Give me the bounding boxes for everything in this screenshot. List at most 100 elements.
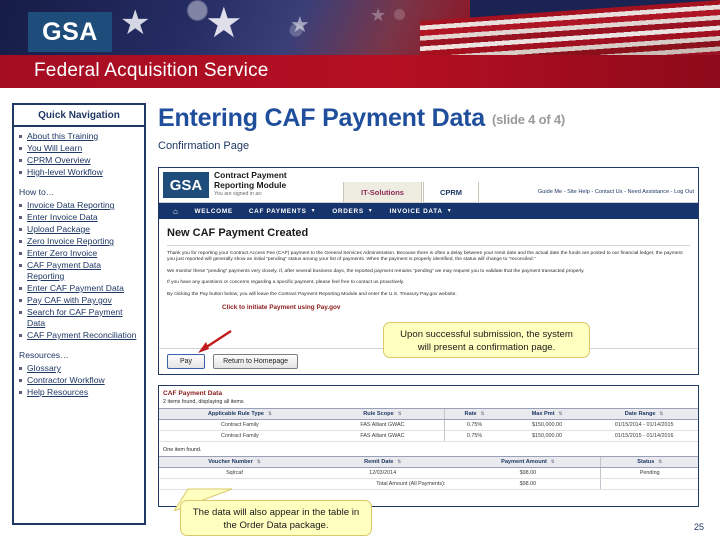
- chevron-down-icon: ▼: [367, 208, 374, 214]
- list-item[interactable]: About this Training: [18, 131, 140, 142]
- column-remit-date[interactable]: Remit Date ⇅: [309, 456, 456, 468]
- howto-group-label: How to…: [19, 187, 55, 197]
- sidebar-item-glossary[interactable]: Glossary: [27, 363, 61, 373]
- menu-label: WELCOME: [194, 207, 233, 215]
- voucher-items-found-text: One item found.: [163, 447, 202, 453]
- star-icon: ★: [290, 12, 310, 37]
- list-item[interactable]: You Will Learn: [18, 143, 140, 154]
- caf-payment-data-label: CAF Payment Data: [163, 390, 222, 397]
- column-label: Date Range: [624, 411, 656, 417]
- list-item[interactable]: Enter Invoice Data: [18, 212, 140, 223]
- table-header-row: Applicable Rule Type ⇅ Rule Scope ⇅ Rate ⇅ …: [159, 408, 698, 420]
- table-total-row: Total Amount (All Payments): $98.00: [159, 478, 698, 490]
- confirmation-buttons: Pay Return to Homepage: [167, 354, 299, 369]
- page-title: Federal Acquisition Service: [34, 60, 269, 81]
- app-title-line2: Reporting Module: [214, 180, 287, 190]
- sidebar-item-caf-payment-data-reporting[interactable]: CAF Payment Data Reporting: [27, 260, 101, 281]
- column-applicable-rule-type[interactable]: Applicable Rule Type ⇅: [159, 408, 321, 420]
- menu-item-orders[interactable]: ORDERS ▼: [332, 208, 373, 215]
- menu-item-welcome[interactable]: WELCOME: [195, 208, 233, 215]
- list-item[interactable]: High-level Workflow: [18, 167, 140, 178]
- pay-gov-hint: Click to initiate Payment using Pay.gov: [222, 304, 341, 312]
- cell-voucher-number: Sqlrcaf: [159, 467, 310, 479]
- gsa-logo: GSA: [28, 12, 112, 52]
- slide-counter: (slide 4 of 4): [492, 112, 566, 127]
- cell-date-range: 01/15/2014 - 01/14/2015: [590, 419, 698, 431]
- tab-cprm[interactable]: CPRM: [423, 182, 479, 202]
- list-item[interactable]: Invoice Data Reporting: [18, 200, 140, 211]
- column-rate[interactable]: Rate ⇅: [444, 408, 504, 420]
- confirmation-heading: New CAF Payment Created: [167, 227, 309, 239]
- list-item[interactable]: Glossary: [18, 363, 140, 374]
- list-item[interactable]: CPRM Overview: [18, 155, 140, 166]
- cell-remit-date: 12/03/2014: [309, 467, 456, 479]
- sort-icon: ⇅: [658, 459, 663, 464]
- slide-number: 25: [693, 522, 704, 532]
- menu-item-caf-payments[interactable]: CAF PAYMENTS ▼: [249, 208, 316, 215]
- quick-nav-resources-list: Glossary Contractor Workflow Help Resour…: [18, 363, 140, 398]
- app-header: GSA Contract Payment Reporting Module Yo…: [159, 168, 698, 203]
- list-item[interactable]: Upload Package: [18, 224, 140, 235]
- list-item[interactable]: Help Resources: [18, 387, 140, 398]
- return-to-homepage-button[interactable]: Return to Homepage: [213, 354, 299, 369]
- column-rule-scope[interactable]: Rule Scope ⇅: [320, 408, 445, 420]
- cell-rate: 0.75%: [444, 419, 504, 431]
- utility-links[interactable]: Guide Me - Site Help - Contact Us - Need…: [538, 189, 694, 195]
- sidebar-item-high-level-workflow[interactable]: High-level Workflow: [27, 167, 103, 177]
- list-item[interactable]: Search for CAF Payment Data: [18, 307, 140, 329]
- sidebar-item-enter-caf-payment-data[interactable]: Enter CAF Payment Data: [27, 283, 124, 293]
- sidebar-item-cprm-overview[interactable]: CPRM Overview: [27, 155, 91, 165]
- column-label: Status: [637, 459, 655, 465]
- chevron-down-icon: ▼: [310, 208, 317, 214]
- sidebar-item-enter-invoice-data[interactable]: Enter Invoice Data: [27, 212, 98, 222]
- slide-title-text: Entering CAF Payment Data: [158, 104, 486, 132]
- column-status[interactable]: Status ⇅: [600, 456, 698, 468]
- column-label: Rule Scope: [363, 411, 394, 417]
- quick-nav-howto-list: Invoice Data Reporting Enter Invoice Dat…: [18, 200, 140, 341]
- pay-button[interactable]: Pay: [167, 354, 206, 369]
- tab-it-solutions[interactable]: IT-Solutions: [343, 182, 422, 202]
- sidebar-item-pay-caf-with-paygov[interactable]: Pay CAF with Pay.gov: [27, 295, 112, 305]
- sidebar-item-enter-zero-invoice[interactable]: Enter Zero Invoice: [27, 248, 97, 258]
- quick-navigation-panel: Quick Navigation About this Training You…: [12, 103, 146, 525]
- sort-icon: ⇅: [256, 459, 261, 464]
- sort-icon: ⇅: [397, 459, 402, 464]
- caf-items-found-text: 2 items found, displaying all items: [163, 399, 244, 405]
- home-icon[interactable]: ⌂: [173, 207, 179, 216]
- list-item[interactable]: Zero Invoice Reporting: [18, 236, 140, 247]
- sidebar-item-help-resources[interactable]: Help Resources: [27, 387, 88, 397]
- cell-max-pmt: $150,000.00: [503, 430, 591, 442]
- list-item[interactable]: Enter Zero Invoice: [18, 248, 140, 259]
- sidebar-item-caf-payment-reconciliation[interactable]: CAF Payment Reconciliation: [27, 330, 136, 340]
- quick-navigation-heading: Quick Navigation: [14, 105, 144, 127]
- red-arrow-annotation: [198, 329, 232, 353]
- list-item[interactable]: CAF Payment Reconciliation: [18, 330, 140, 341]
- callout-order-data-note: The data will also appear in the table i…: [180, 500, 372, 536]
- list-item[interactable]: CAF Payment Data Reporting: [18, 260, 140, 282]
- sidebar-item-zero-invoice-reporting[interactable]: Zero Invoice Reporting: [27, 236, 114, 246]
- app-screenshot-order-data: CAF Payment Data 2 items found, displayi…: [158, 385, 699, 507]
- app-title-line1: Contract Payment: [214, 170, 287, 180]
- column-payment-amount[interactable]: Payment Amount ⇅: [455, 456, 601, 468]
- list-item[interactable]: Contractor Workflow: [18, 375, 140, 386]
- cell-rate: 0.75%: [444, 430, 504, 442]
- column-max-pmt[interactable]: Max Pmt ⇅: [503, 408, 591, 420]
- sort-icon: ⇅: [267, 411, 272, 416]
- cell-payment-amount: $98.00: [455, 467, 601, 479]
- sidebar-item-you-will-learn[interactable]: You Will Learn: [27, 143, 82, 153]
- sidebar-item-contractor-workflow[interactable]: Contractor Workflow: [27, 375, 105, 385]
- sidebar-item-upload-package[interactable]: Upload Package: [27, 224, 90, 234]
- sort-icon: ⇅: [550, 459, 555, 464]
- quick-nav-primary-list: About this Training You Will Learn CPRM …: [18, 131, 140, 178]
- cell-date-range: 01/15/2015 - 01/14/2016: [590, 430, 698, 442]
- list-item[interactable]: Enter CAF Payment Data: [18, 283, 140, 294]
- sidebar-item-search-for-caf-payment-data[interactable]: Search for CAF Payment Data: [27, 307, 123, 328]
- app-title: Contract Payment Reporting Module: [214, 170, 287, 190]
- column-voucher-number[interactable]: Voucher Number ⇅: [159, 456, 310, 468]
- column-date-range[interactable]: Date Range ⇅: [590, 408, 698, 420]
- sidebar-item-invoice-data-reporting[interactable]: Invoice Data Reporting: [27, 200, 114, 210]
- sidebar-item-about-this-training[interactable]: About this Training: [27, 131, 98, 141]
- list-item[interactable]: Pay CAF with Pay.gov: [18, 295, 140, 306]
- confirmation-paragraph-4: By clicking the Pay button below, you wi…: [167, 291, 457, 297]
- menu-item-invoice-data[interactable]: INVOICE DATA ▼: [389, 208, 452, 215]
